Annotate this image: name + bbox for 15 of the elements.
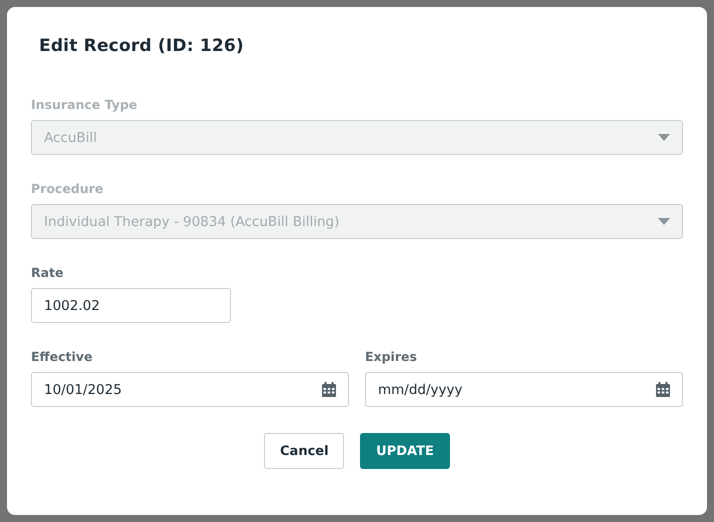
date-field[interactable]: mm/dd/yyyy: [365, 372, 683, 407]
input-field[interactable]: 1002.02: [31, 288, 231, 323]
cancel-button[interactable]: Cancel: [264, 433, 344, 469]
dialog-title: Edit Record (ID: 126): [38, 35, 245, 58]
field-label: Effective: [31, 349, 94, 365]
field-label: Insurance Type: [31, 97, 138, 113]
date-field[interactable]: 10/01/2025: [31, 372, 349, 407]
update-button[interactable]: UPDATE: [360, 433, 450, 469]
calendar-icon: [322, 382, 336, 397]
caret-icon: [658, 134, 670, 141]
field-label: Rate: [31, 265, 65, 281]
field-label: Procedure: [31, 181, 104, 197]
field-label: Expires: [365, 349, 418, 365]
caret-icon: [658, 218, 670, 225]
calendar-icon: [656, 382, 670, 397]
